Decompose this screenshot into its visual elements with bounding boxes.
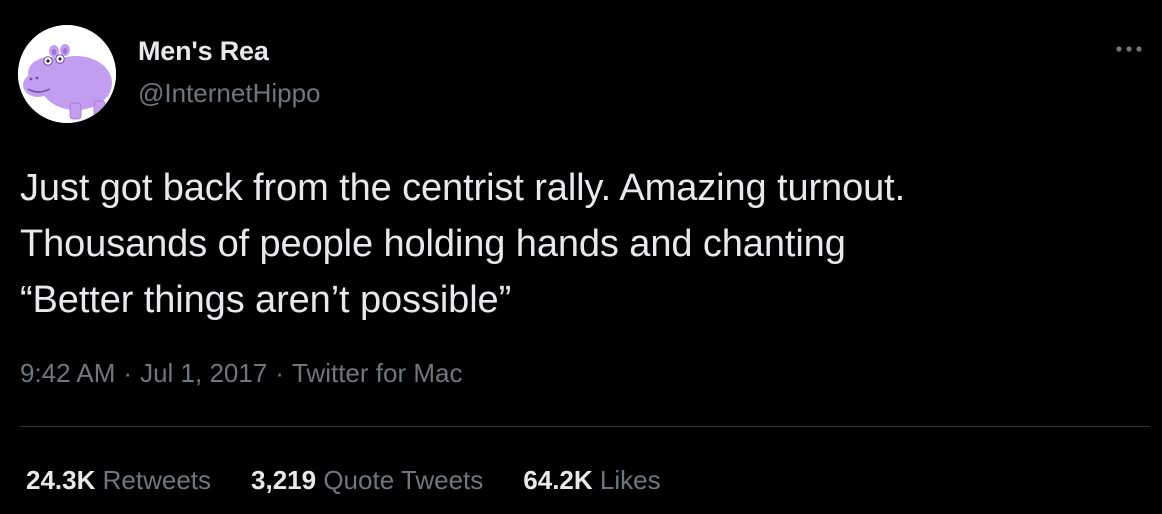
avatar[interactable] xyxy=(18,25,116,123)
engagement-stats: 24.3K Retweets 3,219 Quote Tweets 64.2K … xyxy=(26,465,661,496)
tweet-metadata: 9:42 AM · Jul 1, 2017 · Twitter for Mac xyxy=(20,358,462,389)
tweet-card: Men's Rea @InternetHippo Just got back f… xyxy=(0,0,1162,514)
user-handle[interactable]: @InternetHippo xyxy=(138,78,321,109)
divider xyxy=(20,426,1150,427)
retweets-count: 24.3K xyxy=(26,465,96,495)
tweet-time[interactable]: 9:42 AM xyxy=(20,358,115,388)
quote-tweets-label: Quote Tweets xyxy=(323,465,484,495)
tweet-text-line: “Better things aren’t possible” xyxy=(20,279,512,321)
tweet-text-line: Just got back from the centrist rally. A… xyxy=(20,167,906,209)
tweet-date[interactable]: Jul 1, 2017 xyxy=(140,358,267,388)
tweet-text-line: Thousands of people holding hands and ch… xyxy=(20,223,846,265)
retweets-label: Retweets xyxy=(102,465,212,495)
meta-separator: · xyxy=(275,358,284,388)
tweet-text: Just got back from the centrist rally. A… xyxy=(20,160,1150,328)
more-options-button[interactable] xyxy=(1114,40,1144,58)
meta-separator: · xyxy=(123,358,133,388)
retweets-stat[interactable]: 24.3K Retweets xyxy=(26,465,211,496)
quote-tweets-stat[interactable]: 3,219 Quote Tweets xyxy=(251,465,483,496)
more-options-icon xyxy=(1116,46,1142,52)
likes-stat[interactable]: 64.2K Likes xyxy=(523,465,660,496)
likes-label: Likes xyxy=(599,465,661,495)
likes-count: 64.2K xyxy=(523,465,593,495)
quote-tweets-count: 3,219 xyxy=(251,465,317,495)
display-name[interactable]: Men's Rea xyxy=(138,36,269,67)
tweet-source[interactable]: Twitter for Mac xyxy=(292,358,462,388)
hippo-icon xyxy=(18,25,116,123)
